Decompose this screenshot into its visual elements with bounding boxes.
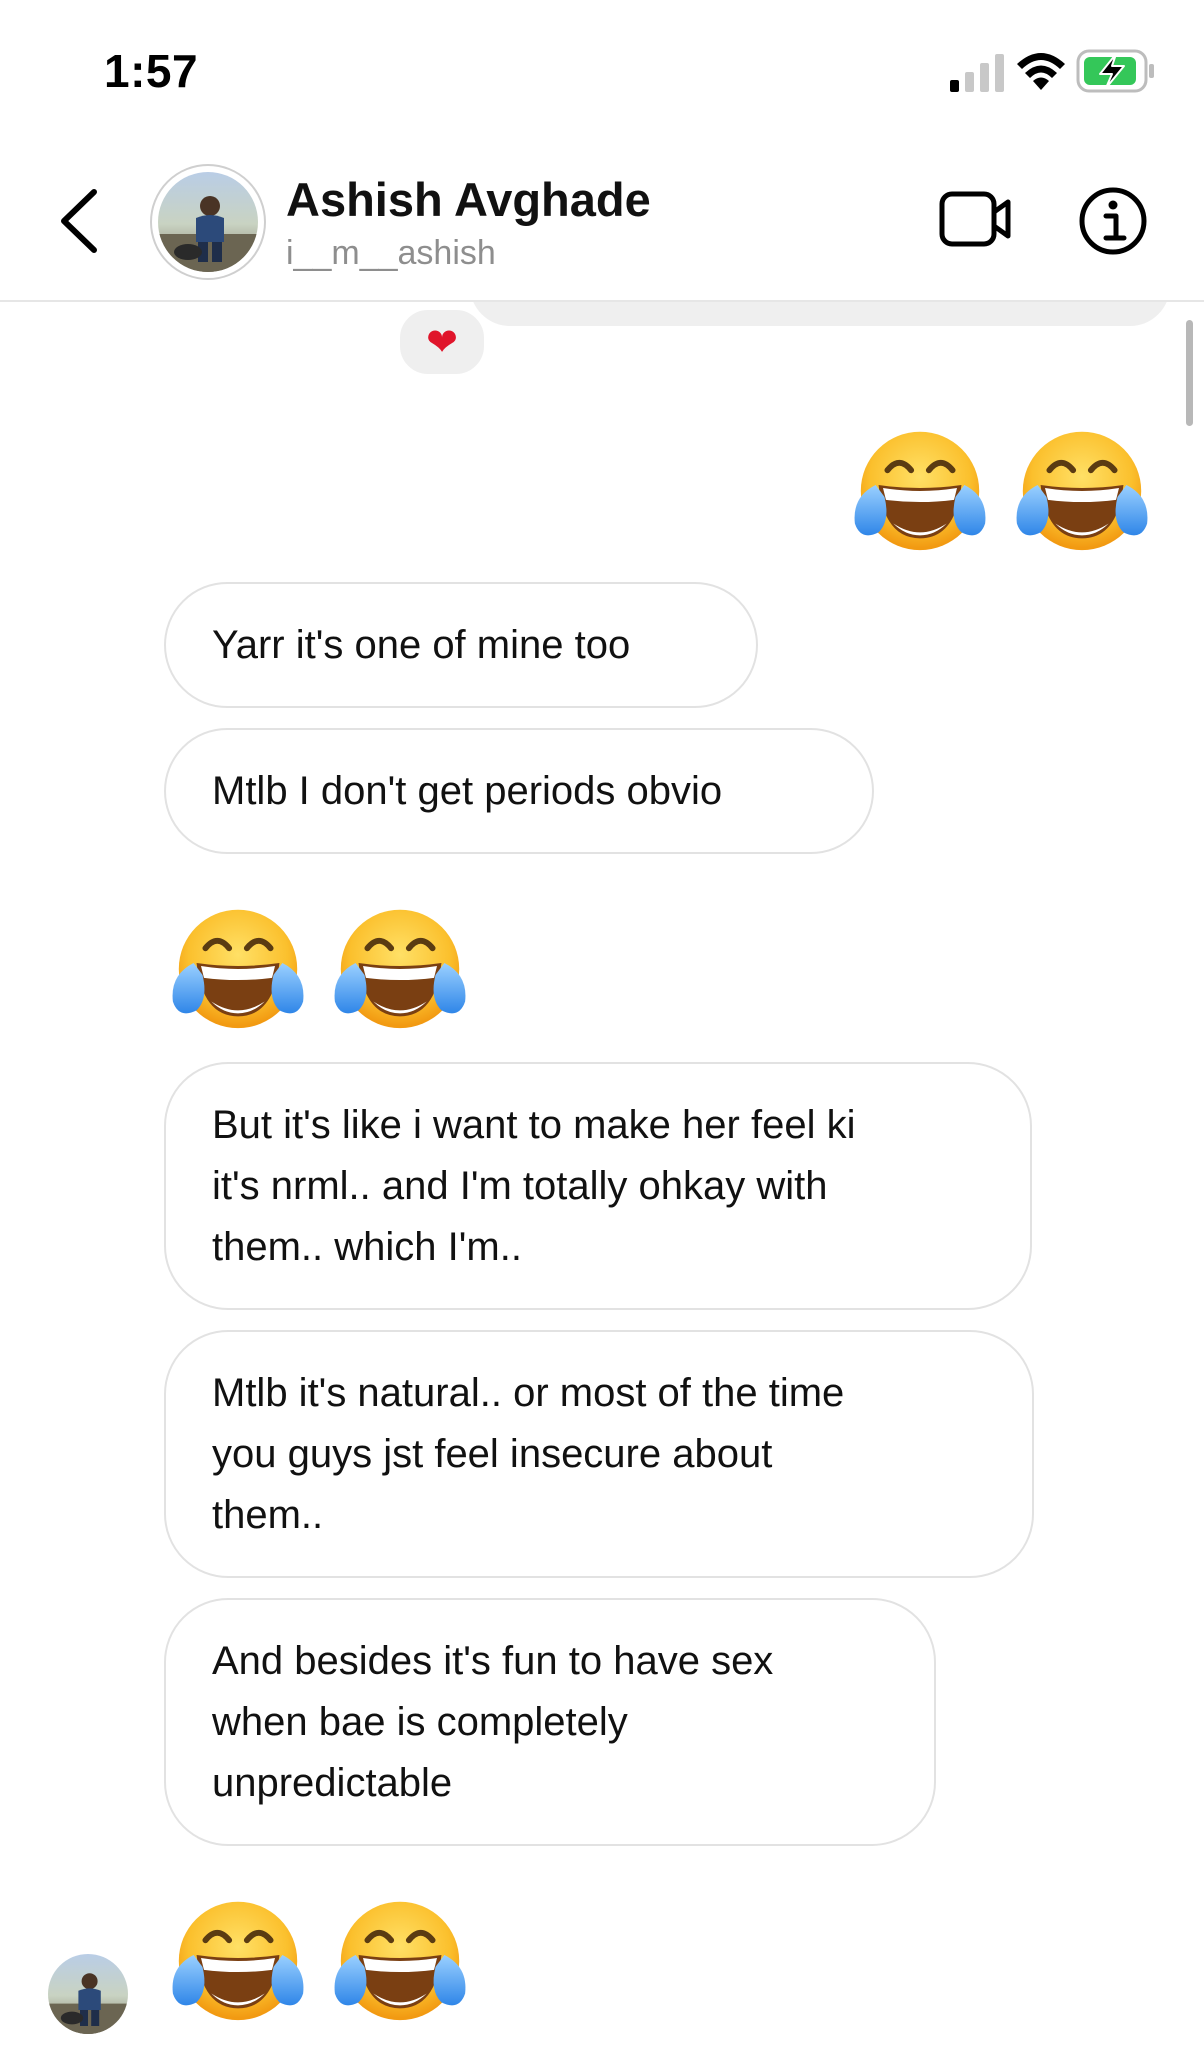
received-emoji-message[interactable] bbox=[164, 1884, 474, 2032]
avatar-person-icon bbox=[48, 1973, 128, 2034]
avatar-photo bbox=[158, 172, 258, 272]
received-message-bubble[interactable]: But it's like i want to make her feel ki… bbox=[164, 1062, 1032, 1310]
heart-reaction[interactable]: ❤ bbox=[396, 306, 488, 378]
tears-of-joy-emoji-icon bbox=[164, 892, 312, 1040]
received-message-bubble[interactable]: And besides it's fun to have sex when ba… bbox=[164, 1598, 936, 1846]
status-bar: 1:57 bbox=[0, 0, 1204, 140]
tears-of-joy-emoji-icon bbox=[846, 414, 994, 562]
message-text: Mtlb I don't get periods obvio bbox=[212, 768, 723, 813]
received-message-bubble[interactable]: Mtlb I don't get periods obvio bbox=[164, 728, 874, 854]
status-time: 1:57 bbox=[104, 45, 199, 97]
heart-icon: ❤ bbox=[426, 320, 458, 364]
tears-of-joy-emoji-icon bbox=[164, 1884, 312, 2032]
message-text: Yarr it's one of mine too bbox=[212, 622, 631, 667]
previous-message-bubble[interactable] bbox=[470, 302, 1170, 326]
sender-avatar[interactable] bbox=[48, 1954, 128, 2034]
cellular-signal-icon bbox=[950, 54, 1004, 92]
contact-avatar[interactable] bbox=[150, 164, 266, 280]
tears-of-joy-emoji-icon bbox=[1008, 414, 1156, 562]
battery-charging-icon bbox=[1076, 49, 1154, 93]
dm-conversation-screen: 1:57 Ashish Avghade i__m__ashish ❤ Yarr … bbox=[0, 0, 1204, 2048]
sent-emoji-message[interactable] bbox=[846, 414, 1156, 562]
received-message-bubble[interactable]: Yarr it's one of mine too bbox=[164, 582, 758, 708]
contact-username[interactable]: i__m__ashish bbox=[286, 234, 496, 273]
conversation-header: Ashish Avghade i__m__ashish bbox=[0, 140, 1204, 302]
received-emoji-message[interactable] bbox=[164, 892, 474, 1040]
message-text: Mtlb it's natural.. or most of the time … bbox=[212, 1370, 845, 1537]
wifi-icon bbox=[1017, 53, 1065, 90]
tears-of-joy-emoji-icon bbox=[326, 1884, 474, 2032]
tears-of-joy-emoji-icon bbox=[326, 892, 474, 1040]
info-icon[interactable] bbox=[1078, 186, 1148, 256]
message-text: But it's like i want to make her feel ki… bbox=[212, 1102, 856, 1269]
message-text: And besides it's fun to have sex when ba… bbox=[212, 1638, 774, 1805]
video-camera-icon[interactable] bbox=[938, 188, 1014, 250]
received-message-bubble[interactable]: Mtlb it's natural.. or most of the time … bbox=[164, 1330, 1034, 1578]
avatar-person-icon bbox=[158, 196, 258, 272]
back-chevron-icon[interactable] bbox=[52, 182, 112, 260]
scrollbar[interactable] bbox=[1186, 320, 1193, 426]
contact-name[interactable]: Ashish Avghade bbox=[286, 172, 651, 227]
message-thread[interactable]: ❤ Yarr it's one of mine too Mtlb I don't… bbox=[0, 302, 1204, 2048]
